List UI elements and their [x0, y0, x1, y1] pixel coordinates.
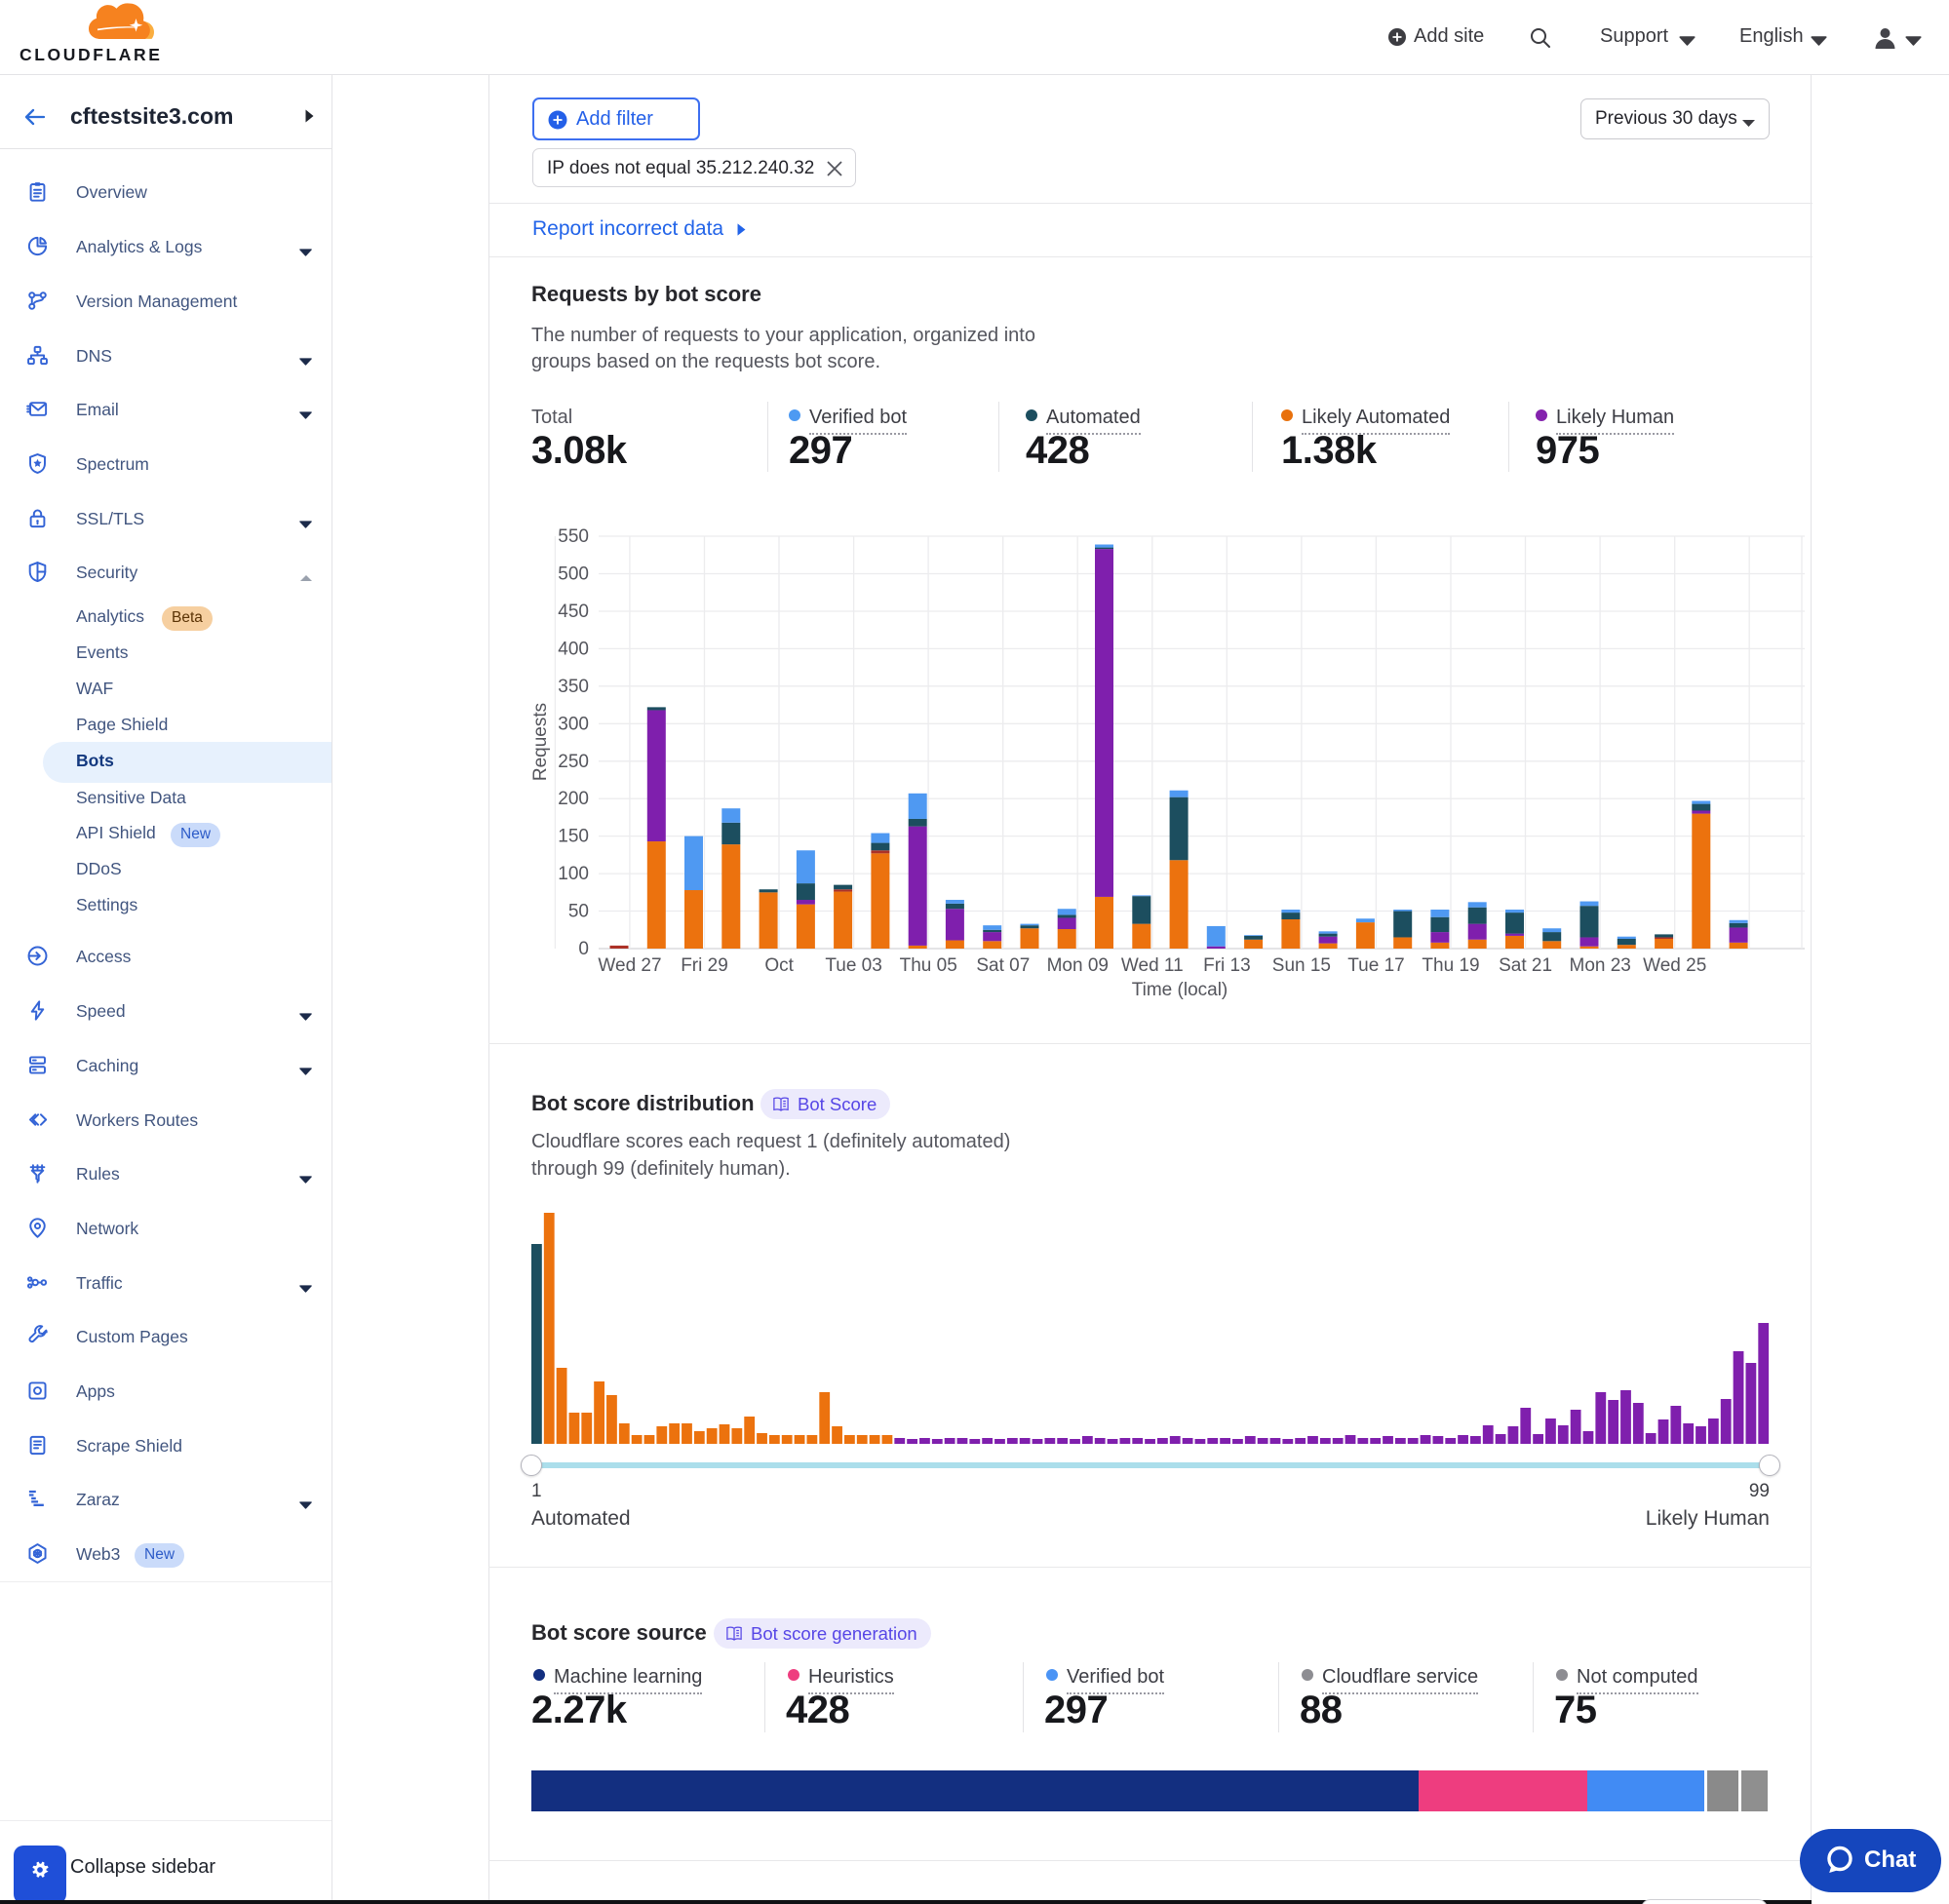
svg-text:Wed 27: Wed 27 [598, 955, 661, 976]
svg-text:Sat 21: Sat 21 [1499, 955, 1552, 976]
svg-text:Time (local): Time (local) [1132, 980, 1228, 1000]
svg-text:Thu 05: Thu 05 [900, 955, 957, 976]
svg-text:Tue 17: Tue 17 [1347, 955, 1404, 976]
svg-text:150: 150 [558, 827, 589, 847]
svg-text:Fri 13: Fri 13 [1203, 955, 1251, 976]
svg-text:550: 550 [558, 526, 589, 547]
svg-text:Sun 15: Sun 15 [1272, 955, 1331, 976]
svg-text:Requests: Requests [530, 703, 551, 781]
svg-text:350: 350 [558, 677, 589, 697]
svg-text:0: 0 [578, 939, 589, 959]
svg-text:Mon 23: Mon 23 [1570, 955, 1631, 976]
svg-text:500: 500 [558, 564, 589, 585]
svg-text:400: 400 [558, 639, 589, 659]
svg-text:50: 50 [568, 902, 589, 922]
svg-text:Tue 03: Tue 03 [825, 955, 881, 976]
svg-text:Oct: Oct [764, 955, 794, 976]
svg-text:Wed 25: Wed 25 [1643, 955, 1706, 976]
svg-text:Fri 29: Fri 29 [681, 955, 728, 976]
svg-text:200: 200 [558, 789, 589, 809]
svg-text:250: 250 [558, 752, 589, 772]
svg-text:Sat 07: Sat 07 [976, 955, 1030, 976]
svg-text:Thu 19: Thu 19 [1422, 955, 1479, 976]
svg-text:Wed 11: Wed 11 [1121, 955, 1184, 976]
svg-text:Mon 09: Mon 09 [1047, 955, 1109, 976]
svg-text:450: 450 [558, 602, 589, 622]
svg-text:100: 100 [558, 864, 589, 884]
svg-text:300: 300 [558, 714, 589, 734]
